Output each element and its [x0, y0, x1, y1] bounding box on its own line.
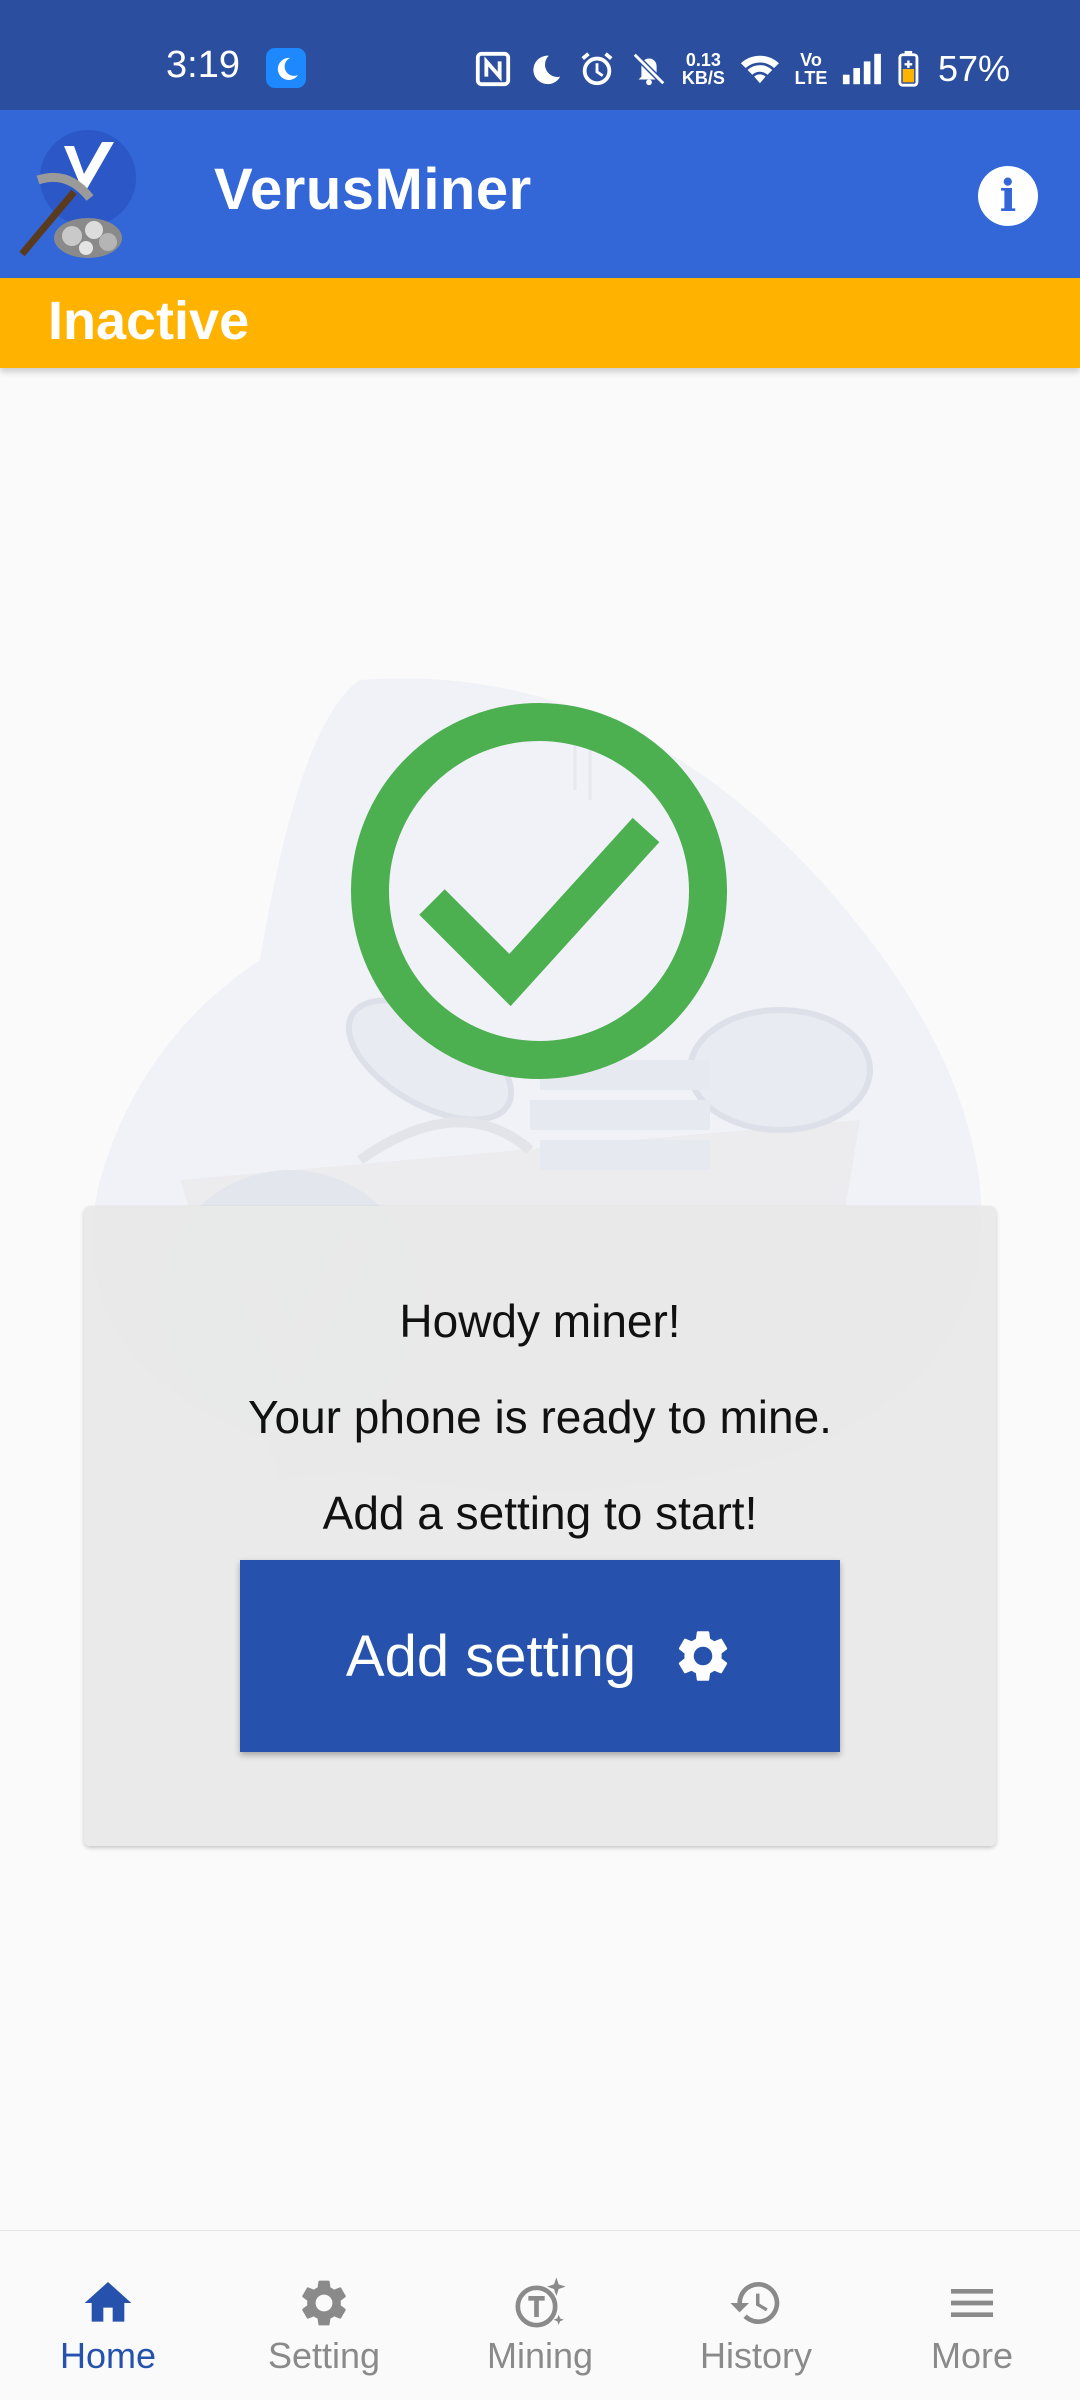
nav-history-label: History [699, 2335, 812, 2376]
mining-status-label: Inactive [48, 291, 250, 351]
nfc-icon [475, 51, 510, 87]
app-logo-icon [19, 130, 136, 258]
app-title: VerusMiner [214, 157, 532, 222]
mining-icon [515, 2277, 566, 2328]
battery-percent: 57% [937, 48, 1010, 89]
nav-mining-label: Mining [486, 2335, 594, 2376]
check-circle-icon [351, 703, 727, 1079]
welcome-card: Howdy miner! Your phone is ready to mine… [84, 1206, 996, 1846]
add-setting-label: Add setting [345, 1623, 637, 1689]
info-icon: i [999, 170, 1017, 222]
nav-more[interactable]: More [864, 2231, 1080, 2400]
bottom-navigation: Home Setting Mining History More [0, 2230, 1080, 2400]
moon-icon [533, 55, 561, 85]
nav-home[interactable]: Home [0, 2231, 216, 2400]
nav-history[interactable]: History [648, 2231, 864, 2400]
status-icons: 0.13 KB/S Vo LTE 57% [474, 44, 1010, 94]
wifi-icon [740, 55, 779, 84]
mute-icon [632, 52, 666, 86]
mining-status-banner: Inactive [0, 278, 1080, 368]
home-icon [84, 2282, 132, 2322]
nav-more-label: More [930, 2335, 1014, 2376]
info-button[interactable]: i [978, 166, 1038, 226]
nav-home-label: Home [59, 2335, 157, 2376]
network-speed: 0.13 KB/S [681, 50, 725, 88]
signal-icon [843, 53, 882, 85]
gear-icon [678, 1631, 728, 1681]
greeting-text: Howdy miner! [399, 1295, 681, 1347]
night-mode-badge-icon [266, 48, 306, 88]
alarm-icon [581, 52, 613, 86]
gear-icon [302, 2280, 346, 2326]
status-time: 3:19 [166, 44, 240, 86]
nav-setting[interactable]: Setting [216, 2231, 432, 2400]
nav-mining[interactable]: Mining [432, 2231, 648, 2400]
battery-icon [898, 50, 919, 87]
add-setting-button[interactable]: Add setting [240, 1560, 840, 1752]
screen: 3:19 0.13 KB/S Vo LTE 57% VerusMiner i I… [0, 0, 1080, 2400]
app-bar: VerusMiner [0, 110, 1080, 278]
ready-text: Your phone is ready to mine. [248, 1391, 832, 1443]
history-icon [730, 2282, 780, 2324]
volte-label: Vo LTE [794, 50, 828, 88]
menu-icon [951, 2289, 993, 2317]
nav-setting-label: Setting [267, 2335, 381, 2376]
status-bar: 3:19 0.13 KB/S Vo LTE 57% [0, 0, 1080, 110]
instruction-text: Add a setting to start! [322, 1487, 758, 1539]
